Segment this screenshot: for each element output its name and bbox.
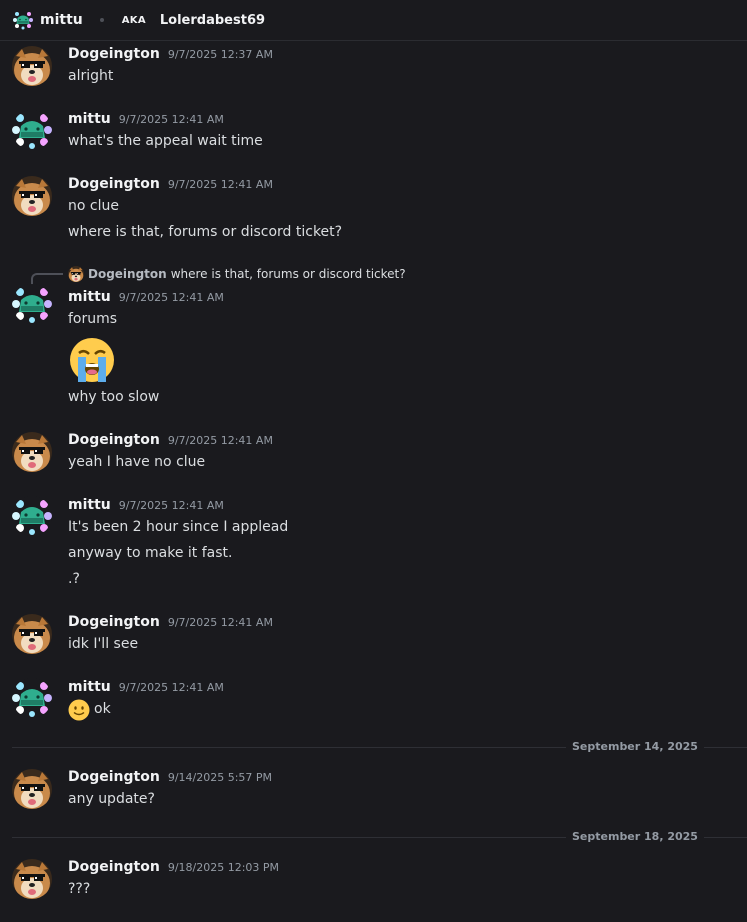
message-text: .? — [68, 571, 80, 587]
header-username[interactable]: mittu — [40, 12, 83, 28]
username[interactable]: Dogeington — [68, 46, 160, 62]
message-text: ok — [94, 701, 111, 717]
channel-header: mittu AKA Lolerdabest69 — [0, 0, 747, 41]
timestamp: 9/7/2025 12:41 AM — [118, 113, 224, 126]
message-header: Dogeington 9/7/2025 12:41 AM — [68, 614, 273, 630]
username[interactable]: mittu — [68, 111, 111, 127]
message-text: anyway to make it fast. — [68, 545, 233, 561]
message-header: mittu 9/7/2025 12:41 AM — [68, 679, 224, 695]
username[interactable]: Dogeington — [68, 614, 160, 630]
date-divider-label: September 18, 2025 — [566, 830, 704, 843]
message-text: idk I'll see — [68, 636, 139, 652]
username[interactable]: Dogeington — [68, 432, 160, 448]
message-text: alright — [68, 68, 114, 84]
message-text: forums — [68, 311, 118, 327]
username[interactable]: mittu — [68, 497, 111, 513]
timestamp: 9/7/2025 12:41 AM — [167, 178, 273, 191]
separator-dot — [99, 18, 104, 22]
reply-avatar — [68, 266, 84, 282]
header-alias: Lolerdabest69 — [159, 12, 266, 28]
timestamp: 9/18/2025 12:03 PM — [167, 861, 280, 874]
message-text: no clue — [68, 198, 119, 214]
timestamp: 9/14/2025 5:57 PM — [167, 771, 273, 784]
username[interactable]: Dogeington — [68, 176, 160, 192]
reply-text[interactable]: where is that, forums or discord ticket? — [171, 267, 406, 281]
message-text: where is that, forums or discord ticket? — [68, 224, 343, 240]
aka-label: AKA — [121, 14, 146, 26]
message-text: what's the appeal wait time — [68, 133, 263, 149]
reply-author[interactable]: Dogeington — [88, 267, 167, 281]
message-header: Dogeington 9/7/2025 12:41 AM — [68, 432, 273, 448]
message-header: Dogeington 9/14/2025 5:57 PM — [68, 769, 272, 785]
avatar[interactable] — [12, 769, 52, 809]
message-header: mittu 9/7/2025 12:41 AM — [68, 289, 224, 305]
username[interactable]: mittu — [68, 289, 111, 305]
username[interactable]: Dogeington — [68, 769, 160, 785]
message-header: Dogeington 9/7/2025 12:41 AM — [68, 176, 273, 192]
message-header: Dogeington 9/7/2025 12:37 AM — [68, 46, 273, 62]
message-text: any update? — [68, 791, 155, 807]
avatar[interactable] — [12, 496, 52, 536]
username[interactable]: mittu — [68, 679, 111, 695]
avatar[interactable] — [12, 678, 52, 718]
message-text: yeah I have no clue — [68, 454, 206, 470]
timestamp: 9/7/2025 12:41 AM — [167, 434, 273, 447]
avatar[interactable] — [12, 859, 52, 899]
date-divider-label: September 14, 2025 — [566, 740, 704, 753]
avatar[interactable] — [12, 110, 52, 150]
timestamp: 9/7/2025 12:37 AM — [167, 48, 273, 61]
avatar[interactable] — [12, 614, 52, 654]
username[interactable]: Dogeington — [68, 859, 160, 875]
avatar[interactable] — [12, 432, 52, 472]
loudly-crying-face-icon — [68, 336, 116, 384]
message-text: It's been 2 hour since I applead — [68, 519, 289, 535]
timestamp: 9/7/2025 12:41 AM — [118, 681, 224, 694]
avatar[interactable] — [12, 284, 52, 324]
message-header: mittu 9/7/2025 12:41 AM — [68, 111, 224, 127]
reply-spine — [31, 273, 63, 285]
avatar[interactable] — [12, 46, 52, 86]
slightly-smiling-face-icon — [68, 699, 90, 721]
user-avatar-icon — [13, 10, 33, 30]
timestamp: 9/7/2025 12:41 AM — [167, 616, 273, 629]
avatar[interactable] — [12, 176, 52, 216]
reply-preview[interactable]: Dogeington where is that, forums or disc… — [68, 266, 406, 282]
timestamp: 9/7/2025 12:41 AM — [118, 499, 224, 512]
message-header: Dogeington 9/18/2025 12:03 PM — [68, 859, 279, 875]
message-header: mittu 9/7/2025 12:41 AM — [68, 497, 224, 513]
message-text: why too slow — [68, 389, 160, 405]
timestamp: 9/7/2025 12:41 AM — [118, 291, 224, 304]
message-text: ??? — [68, 881, 91, 897]
